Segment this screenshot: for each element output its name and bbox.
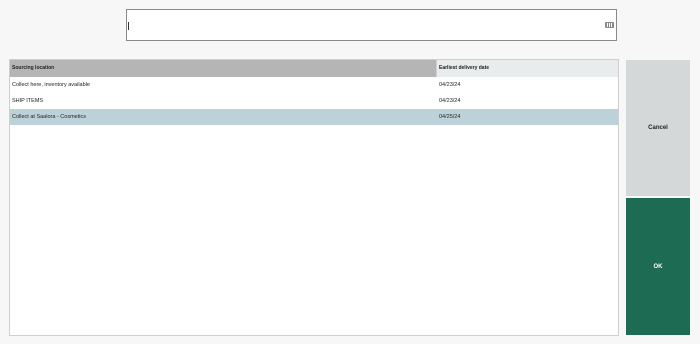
table-row-selected[interactable]: Collect at Saalora - Cosmetics 04/25/24 bbox=[10, 109, 618, 125]
cell-sourcing-location: Collect at Saalora - Cosmetics bbox=[12, 114, 86, 120]
cell-delivery-date: 04/25/24 bbox=[439, 114, 461, 120]
column-header-sourcing-location[interactable]: Sourcing location bbox=[10, 60, 436, 77]
column-header-earliest-delivery-date[interactable]: Earliest delivery date bbox=[436, 60, 618, 77]
table-row[interactable]: SHIP ITEMS 04/23/24 bbox=[10, 93, 618, 109]
cell-delivery-date: 04/23/24 bbox=[439, 98, 461, 104]
search-box[interactable] bbox=[126, 9, 617, 41]
ok-button[interactable]: OK bbox=[626, 198, 690, 335]
cell-sourcing-location: SHIP ITEMS bbox=[12, 98, 44, 104]
search-input[interactable] bbox=[129, 12, 602, 38]
cell-delivery-date: 04/23/24 bbox=[439, 82, 461, 88]
sourcing-grid: Sourcing location Earliest delivery date… bbox=[9, 59, 619, 336]
cancel-button[interactable]: Cancel bbox=[626, 60, 690, 196]
cell-sourcing-location: Collect here, inventory available bbox=[12, 82, 90, 88]
table-row[interactable]: Collect here, inventory available 04/23/… bbox=[10, 77, 618, 93]
text-caret bbox=[128, 22, 129, 30]
keyboard-icon[interactable] bbox=[605, 22, 614, 28]
grid-header: Sourcing location Earliest delivery date bbox=[10, 60, 618, 77]
